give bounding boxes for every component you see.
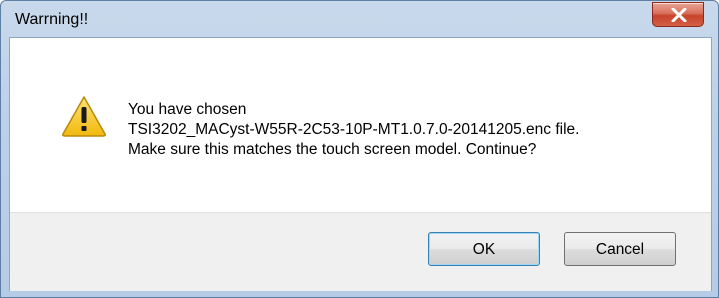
dialog-client-area: You have chosen TSI3202_MACyst-W55R-2C53… (9, 37, 712, 291)
dialog-title: Warrning!! (15, 11, 89, 28)
close-x-icon (671, 8, 687, 22)
cancel-button[interactable]: Cancel (564, 232, 676, 266)
button-bar: OK Cancel (10, 212, 711, 291)
message-area: You have chosen TSI3202_MACyst-W55R-2C53… (10, 38, 711, 212)
message-text: You have chosen TSI3202_MACyst-W55R-2C53… (128, 100, 579, 160)
message-line: You have chosen (128, 101, 247, 118)
message-line: TSI3202_MACyst-W55R-2C53-10P-MT1.0.7.0-2… (128, 121, 580, 138)
title-bar[interactable]: Warrning!! (1, 1, 719, 37)
message-line: Make sure this matches the touch screen … (128, 141, 537, 158)
close-button[interactable] (652, 2, 704, 27)
ok-button[interactable]: OK (428, 232, 540, 266)
warning-triangle-icon (62, 96, 106, 137)
dialog-window: Warrning!! You have chosen TSI3202_MACys… (0, 0, 719, 298)
